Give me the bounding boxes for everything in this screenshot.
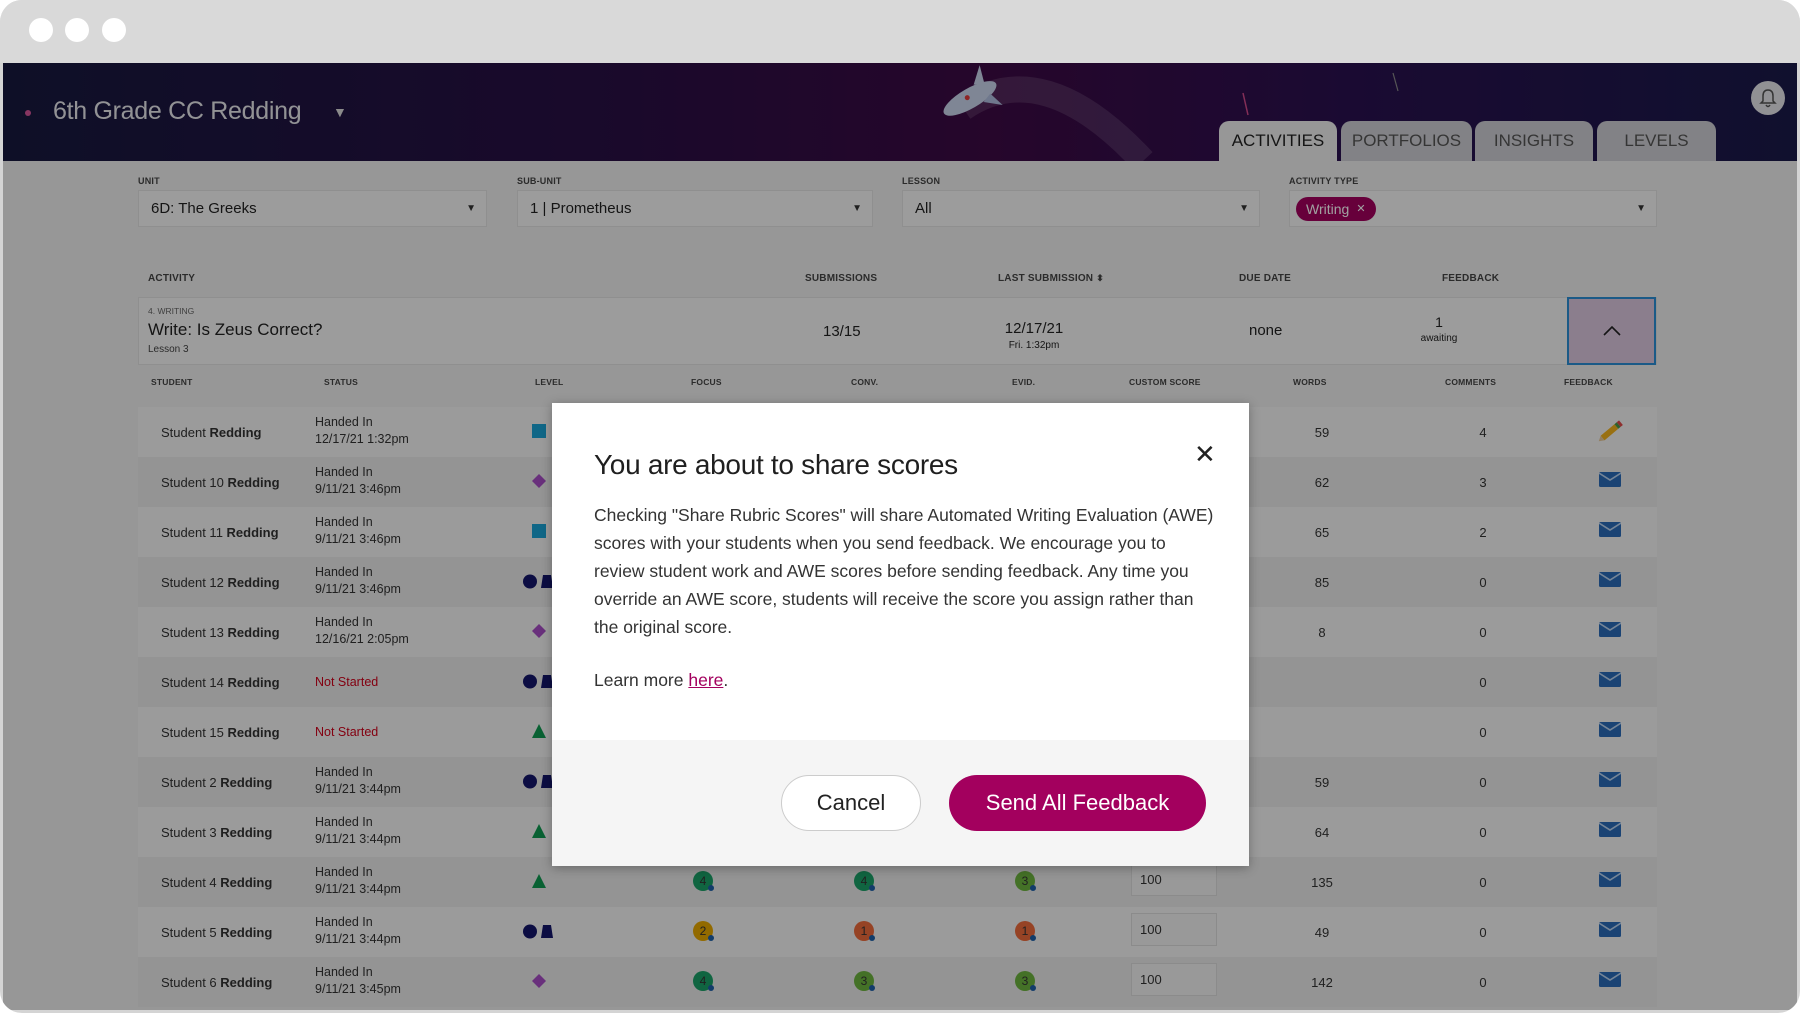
learn-more-text: Learn more here.	[594, 670, 728, 691]
learn-more-suffix: .	[723, 670, 729, 690]
close-icon[interactable]: ✕	[1194, 441, 1216, 467]
modal-title: You are about to share scores	[594, 449, 958, 480]
learn-more-prefix: Learn more	[594, 670, 689, 690]
modal-body: Checking "Share Rubric Scores" will shar…	[594, 505, 1214, 637]
modal-footer: Cancel Send All Feedback	[552, 740, 1249, 866]
app-page: 6th Grade CC Redding ▼ ACTIVITIES PORTFO…	[3, 63, 1797, 1010]
window-chrome	[0, 0, 1800, 63]
learn-more-link[interactable]: here	[688, 670, 723, 690]
browser-window: 6th Grade CC Redding ▼ ACTIVITIES PORTFO…	[0, 0, 1800, 1013]
window-close-button[interactable]	[29, 18, 53, 42]
cancel-button[interactable]: Cancel	[781, 775, 921, 831]
window-minimize-button[interactable]	[65, 18, 89, 42]
window-maximize-button[interactable]	[102, 18, 126, 42]
send-all-feedback-button[interactable]: Send All Feedback	[949, 775, 1206, 831]
share-scores-modal: You are about to share scores ✕ Checking…	[552, 403, 1249, 866]
